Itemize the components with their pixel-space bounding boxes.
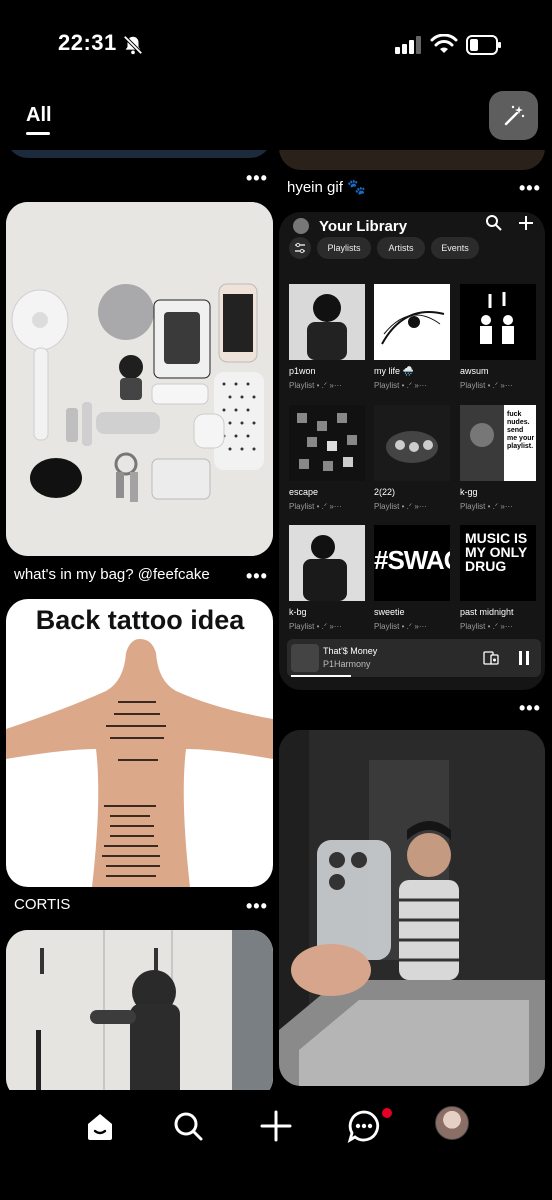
notification-badge: [382, 1108, 392, 1118]
filter-chip-playlists[interactable]: Playlists: [317, 237, 371, 259]
add-icon[interactable]: [517, 214, 535, 232]
playlist-name: awsum: [460, 366, 489, 376]
library-avatar-icon: [293, 218, 309, 234]
playlist-name: 2(22): [374, 487, 396, 497]
nav-messages[interactable]: [344, 1106, 384, 1146]
playlist-meta: Playlist • .ᐟ »···: [460, 381, 513, 390]
tab-all[interactable]: All: [26, 104, 52, 127]
playlist-tile-sweetie[interactable]: #SWAG: [374, 525, 450, 601]
profile-avatar[interactable]: [435, 1106, 469, 1140]
more-options-icon[interactable]: •••: [246, 566, 268, 587]
create-icon: [260, 1110, 292, 1142]
bell-muted-icon: [123, 35, 143, 55]
connect-device-icon[interactable]: [483, 650, 499, 666]
more-options-icon[interactable]: •••: [246, 896, 268, 917]
playlist-tile-k-bg[interactable]: [289, 525, 365, 601]
tab-active-indicator: [26, 132, 50, 135]
battery-icon: [466, 35, 501, 55]
playlist-tile-k-gg[interactable]: fuck nudes. send me your playlist.: [460, 405, 536, 481]
sliders-icon: [295, 242, 305, 254]
bottom-navigation: [0, 1090, 552, 1200]
bag-contents-image: [6, 202, 273, 556]
signal-icon: [395, 36, 421, 54]
playlist-tile-my-life[interactable]: [374, 284, 450, 360]
playlist-meta: Playlist • .ᐟ »···: [289, 502, 342, 511]
status-time: 22:31: [58, 30, 117, 55]
playlist-tile-p1won[interactable]: [289, 284, 365, 360]
filter-chip-settings[interactable]: [289, 237, 311, 259]
playlist-tile-past-midnight[interactable]: MUSIC IS MY ONLY DRUG: [460, 525, 536, 601]
pin-caption-cortis: CORTIS: [14, 896, 71, 913]
mirror-selfie-image: [279, 730, 545, 1086]
playlist-meta: Playlist • .ᐟ »···: [374, 622, 427, 631]
playlist-meta: Playlist • .ᐟ »···: [374, 381, 427, 390]
mirror-selfie-image: [6, 930, 273, 1090]
playlist-name: k-gg: [460, 487, 478, 497]
messages-icon: [347, 1110, 380, 1143]
nav-home[interactable]: [80, 1106, 120, 1146]
pause-icon[interactable]: [517, 650, 531, 666]
search-icon: [174, 1112, 203, 1141]
pin-mirror-selfie-left[interactable]: [6, 930, 273, 1090]
playback-progress: [291, 675, 351, 677]
now-playing-bar[interactable]: That'$ Money P1Harmony: [287, 639, 541, 677]
playlist-name: past midnight: [460, 607, 514, 617]
wifi-icon: [430, 34, 458, 53]
pin-music-library[interactable]: Your Library Playlists Artists Events p1…: [279, 212, 545, 690]
pin-back-tattoo[interactable]: Back tattoo idea: [6, 599, 273, 887]
pin-caption-bag: what's in my bag? @feefcake: [14, 566, 210, 583]
magic-wand-button[interactable]: [489, 91, 538, 140]
now-playing-artist: P1Harmony: [323, 659, 371, 669]
playlist-meta: Playlist • .ᐟ »···: [289, 622, 342, 631]
more-options-icon[interactable]: •••: [519, 178, 541, 199]
tile-art-text: MUSIC IS MY ONLY DRUG: [465, 530, 528, 574]
back-tattoo-image: [6, 639, 273, 887]
playlist-name: p1won: [289, 366, 316, 376]
playlist-tile-2-22[interactable]: [374, 405, 450, 481]
pin-feed[interactable]: ••• hyein gif 🐾 ••• what's in my bag? @f…: [0, 140, 552, 1090]
home-icon: [88, 1114, 112, 1140]
filter-chip-events[interactable]: Events: [431, 237, 479, 259]
filter-chip-artists[interactable]: Artists: [377, 237, 425, 259]
now-playing-title: That'$ Money: [323, 646, 378, 656]
playlist-meta: Playlist • .ᐟ »···: [289, 381, 342, 390]
more-options-icon[interactable]: •••: [519, 698, 541, 719]
tile-art-text: #SWAG: [374, 545, 450, 575]
playlist-name: escape: [289, 487, 319, 497]
pin-mirror-selfie-right[interactable]: [279, 730, 545, 1086]
now-playing-artwork: [291, 644, 319, 672]
magic-wand-icon: [504, 105, 524, 125]
playlist-tile-escape[interactable]: [289, 405, 365, 481]
playlist-tile-awsum[interactable]: [460, 284, 536, 360]
search-icon[interactable]: [485, 214, 503, 232]
playlist-meta: Playlist • .ᐟ »···: [460, 502, 513, 511]
more-options-icon[interactable]: •••: [246, 168, 268, 189]
tile-art-text: fuck nudes. send me your playlist.: [507, 411, 535, 450]
playlist-name: k-bg: [289, 607, 307, 617]
status-bar: 22:31: [0, 0, 552, 90]
pin-bag-image[interactable]: [6, 202, 273, 556]
playlist-name: sweetie: [374, 607, 405, 617]
pin-caption-hyein-gif: hyein gif 🐾: [287, 179, 366, 196]
playlist-name: my life 🌧️: [374, 366, 414, 376]
nav-search[interactable]: [168, 1106, 208, 1146]
nav-create[interactable]: [256, 1106, 296, 1146]
feed-tabs: All: [0, 90, 552, 150]
library-title: Your Library: [319, 218, 408, 235]
playlist-meta: Playlist • .ᐟ »···: [374, 502, 427, 511]
playlist-meta: Playlist • .ᐟ »···: [460, 622, 513, 631]
